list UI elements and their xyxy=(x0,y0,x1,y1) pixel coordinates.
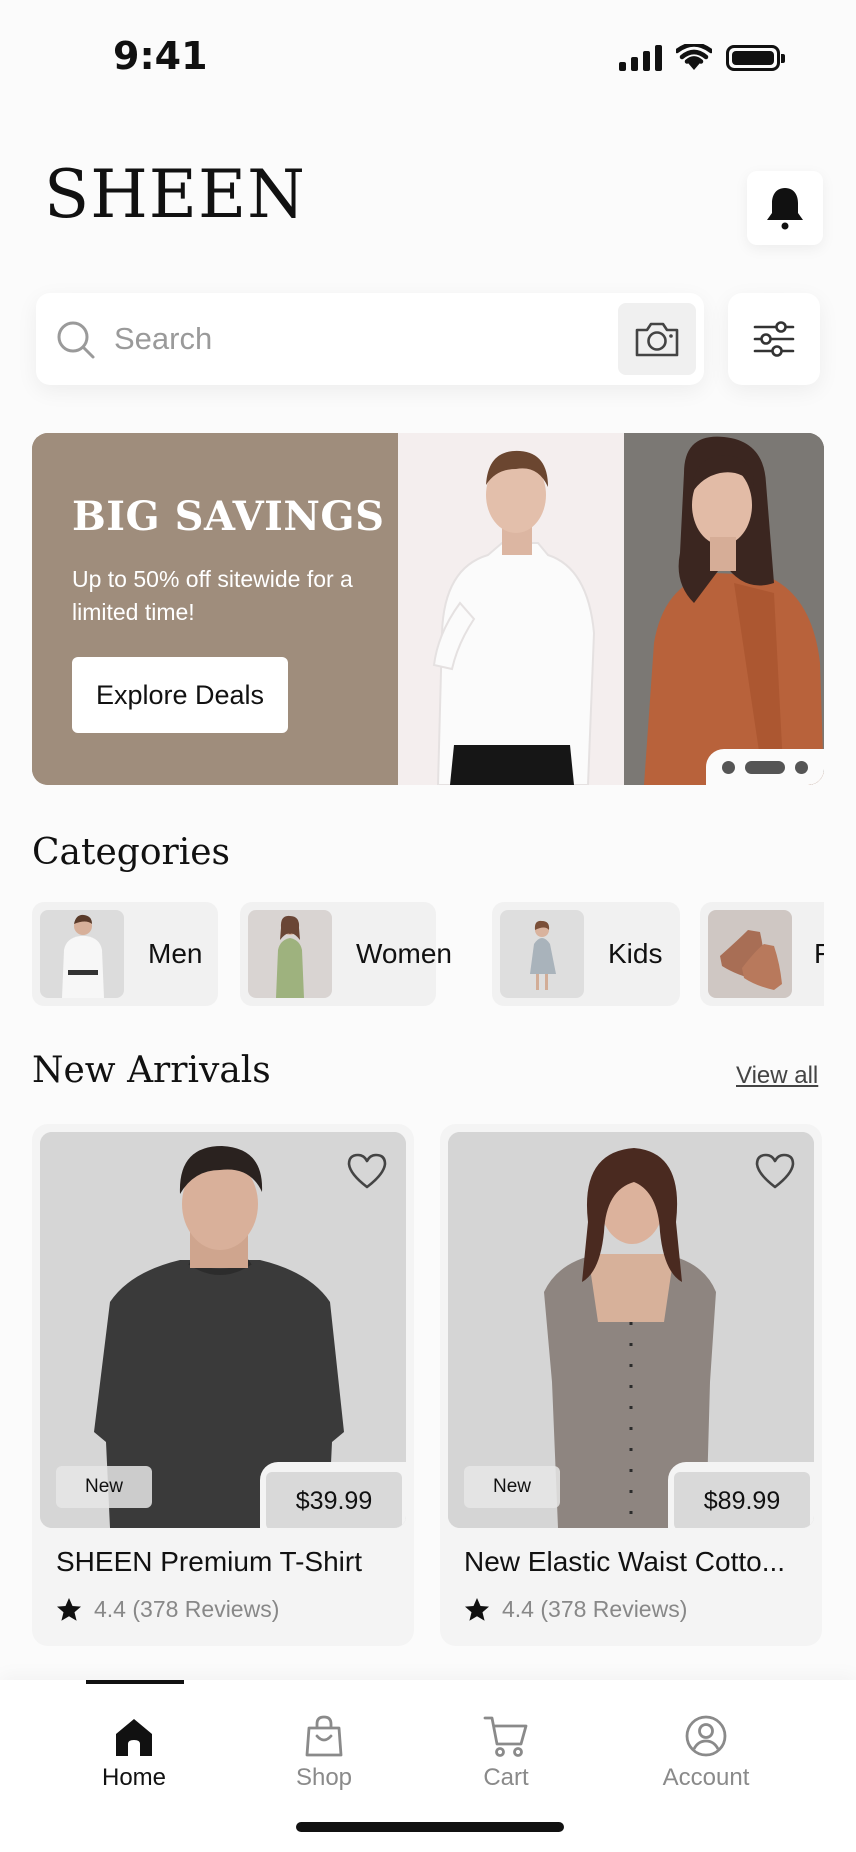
product-name: New Elastic Waist Cotto... xyxy=(464,1546,786,1577)
product-rating: 4.4 (378 Reviews) xyxy=(56,1596,279,1623)
new-badge: New xyxy=(56,1466,152,1508)
cellular-signal-icon xyxy=(619,45,662,71)
notifications-button[interactable] xyxy=(747,171,823,245)
banner-title: BIG SAVINGS xyxy=(72,493,385,540)
home-screen: 9:41 SHEEN Search BIG SAVINGS Up to 50% … xyxy=(0,0,856,1852)
banner-text-panel: BIG SAVINGS Up to 50% off sitewide for a… xyxy=(32,433,398,785)
banner-image-woman xyxy=(624,433,824,785)
banner-subtitle: Up to 50% off sitewide for a limited tim… xyxy=(72,566,353,625)
product-card[interactable]: New $39.99 SHEEN Premium T-Shirt 4.4 (37… xyxy=(32,1124,414,1646)
heart-icon[interactable] xyxy=(346,1152,388,1190)
bell-icon xyxy=(767,188,803,230)
product-image: New $39.99 xyxy=(40,1132,406,1528)
camera-search-button[interactable] xyxy=(618,303,696,375)
product-price: $39.99 xyxy=(266,1472,402,1528)
category-thumb-kids xyxy=(500,910,584,998)
active-tab-indicator xyxy=(86,1680,184,1684)
new-arrivals-title: New Arrivals xyxy=(32,1050,271,1091)
account-icon xyxy=(685,1715,727,1757)
star-icon xyxy=(57,1598,81,1621)
sliders-icon xyxy=(753,321,795,357)
category-chip-kids[interactable]: Kids xyxy=(492,902,680,1006)
product-name: SHEEN Premium T-Shirt xyxy=(56,1546,362,1577)
nav-label-cart: Cart xyxy=(483,1764,529,1791)
nav-label-home: Home xyxy=(101,1764,167,1791)
carousel-dot-active[interactable] xyxy=(745,760,785,774)
categories-title: Categories xyxy=(32,832,230,873)
cart-icon xyxy=(483,1716,528,1757)
nav-label-account: Account xyxy=(662,1764,750,1791)
categories-list: Men Women Kids F xyxy=(32,902,824,1006)
status-icons xyxy=(619,44,785,72)
view-all-link[interactable]: View all xyxy=(736,1062,818,1090)
nav-label-shop: Shop xyxy=(295,1764,353,1791)
nav-item-account[interactable]: Account xyxy=(636,1708,776,1792)
explore-deals-button[interactable]: Explore Deals xyxy=(72,657,288,733)
category-thumb-men xyxy=(40,910,124,998)
rating-value: 4.4 xyxy=(94,1596,126,1622)
shopping-bag-icon xyxy=(305,1715,343,1757)
category-label-footwear: F xyxy=(814,938,824,969)
home-indicator xyxy=(296,1822,564,1832)
product-price: $89.99 xyxy=(674,1472,810,1528)
category-thumb-footwear xyxy=(708,910,792,998)
review-count: (378 Reviews) xyxy=(132,1596,280,1622)
filter-button[interactable] xyxy=(728,293,820,385)
heart-icon[interactable] xyxy=(754,1152,796,1190)
star-icon xyxy=(465,1598,489,1621)
nav-item-home[interactable]: Home xyxy=(64,1708,204,1792)
category-chip-footwear[interactable]: F xyxy=(700,902,824,1006)
carousel-pagination[interactable] xyxy=(706,749,824,785)
brand-logo: SHEEN xyxy=(44,156,306,233)
search-input[interactable] xyxy=(78,315,498,363)
product-card[interactable]: New $89.99 New Elastic Waist Cotto... 4.… xyxy=(440,1124,822,1646)
carousel-dot[interactable] xyxy=(722,760,735,774)
nav-item-shop[interactable]: Shop xyxy=(254,1708,394,1792)
home-icon xyxy=(116,1719,152,1756)
product-image: New $89.99 xyxy=(448,1132,814,1528)
category-label-women: Women xyxy=(356,938,452,969)
product-rating: 4.4 (378 Reviews) xyxy=(464,1596,687,1623)
promo-banner[interactable]: BIG SAVINGS Up to 50% off sitewide for a… xyxy=(32,433,824,785)
price-notch: $89.99 xyxy=(668,1462,814,1528)
camera-icon xyxy=(635,322,679,357)
battery-icon xyxy=(726,45,785,71)
review-count: (378 Reviews) xyxy=(540,1596,688,1622)
banner-image-man xyxy=(398,433,624,785)
carousel-dot[interactable] xyxy=(795,760,808,774)
price-notch: $39.99 xyxy=(260,1462,406,1528)
nav-item-cart[interactable]: Cart xyxy=(436,1708,576,1792)
category-label-kids: Kids xyxy=(608,938,663,969)
category-chip-men[interactable]: Men xyxy=(32,902,218,1006)
category-chip-women[interactable]: Women xyxy=(240,902,452,1006)
new-badge: New xyxy=(464,1466,560,1508)
search-bar[interactable] xyxy=(36,293,704,385)
rating-value: 4.4 xyxy=(502,1596,534,1622)
wifi-icon xyxy=(676,44,712,70)
category-label-men: Men xyxy=(148,938,203,969)
status-time: 9:41 xyxy=(113,34,208,78)
category-thumb-women xyxy=(248,910,332,998)
